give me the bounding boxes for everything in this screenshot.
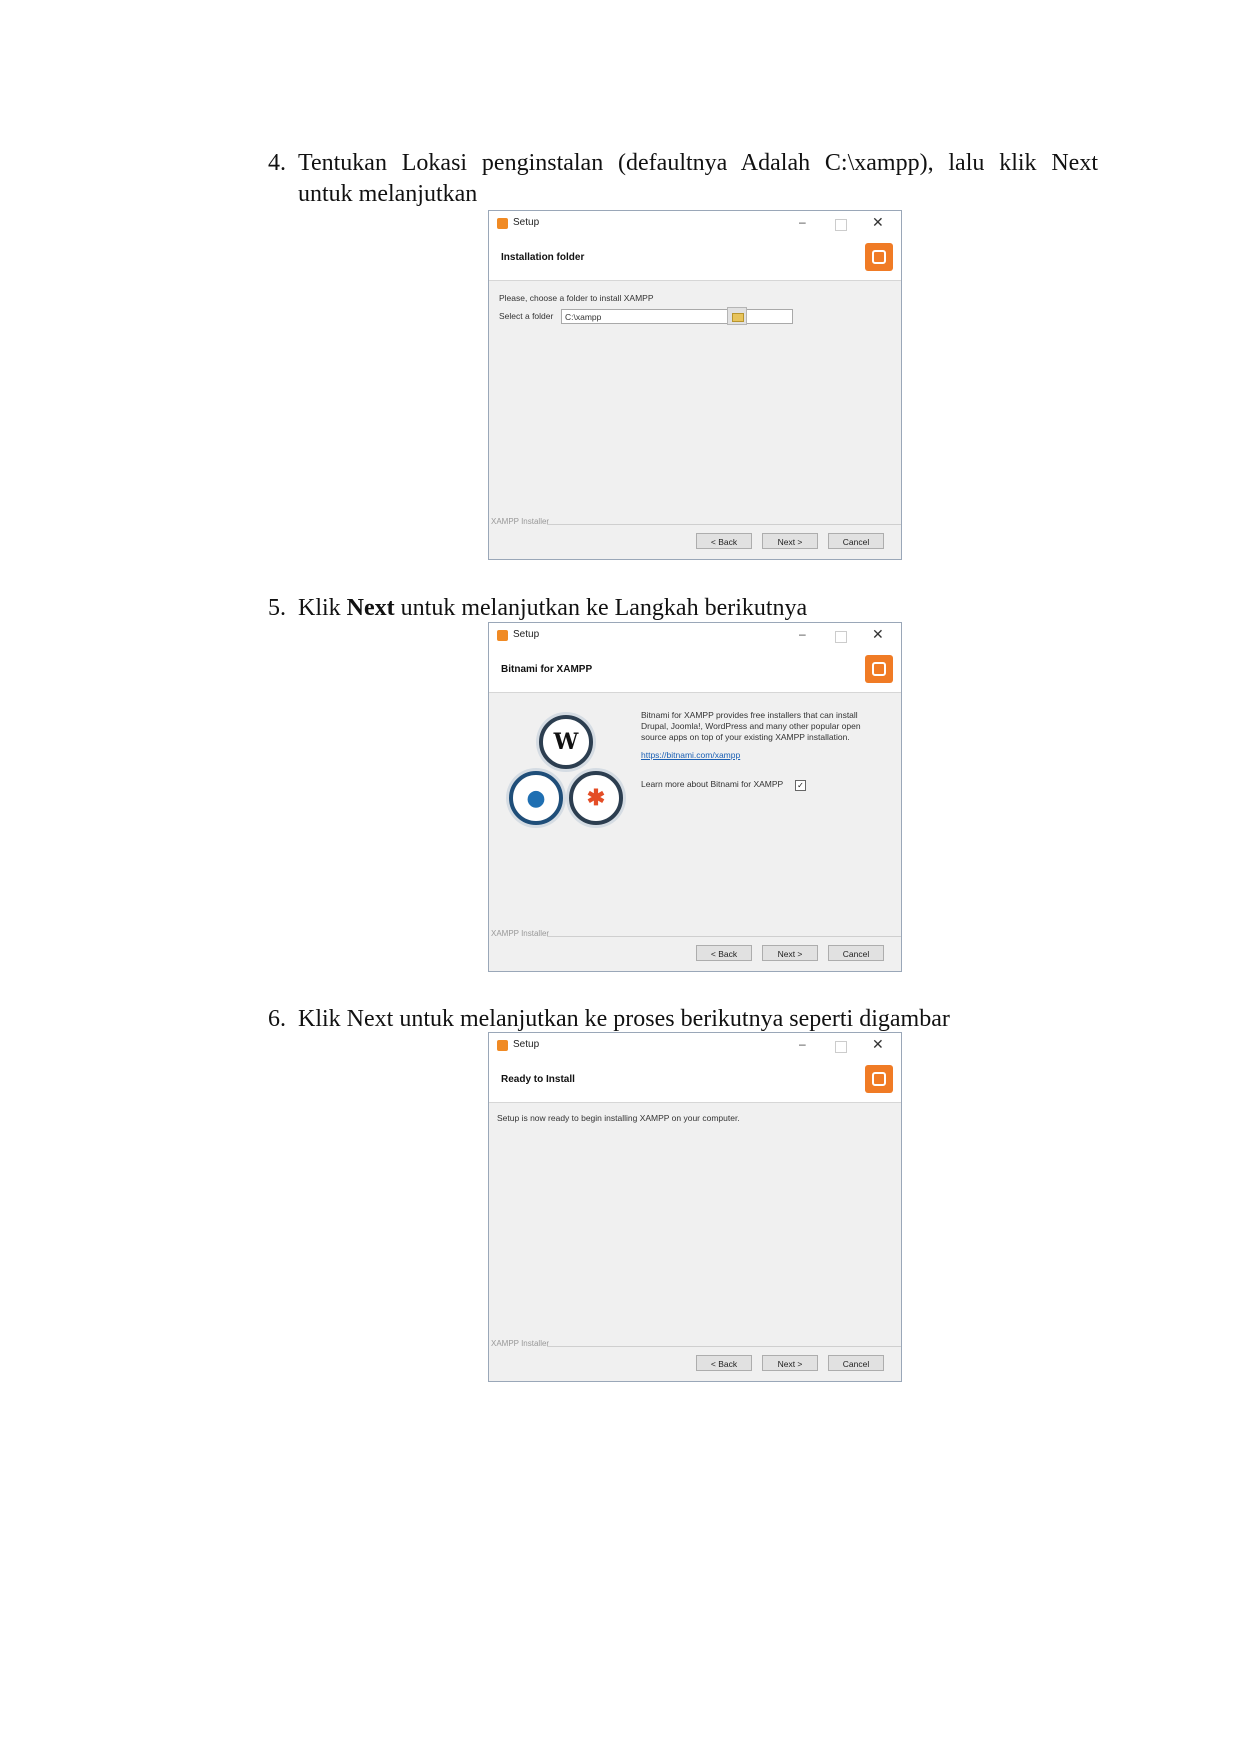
learn-more-checkbox[interactable]: ✓ bbox=[795, 780, 806, 791]
step-number: 6. bbox=[268, 1006, 286, 1032]
xampp-logo-icon bbox=[865, 1065, 893, 1093]
title-bar: Setup – ✕ bbox=[489, 1033, 901, 1059]
window-title: Setup bbox=[513, 629, 540, 640]
close-button[interactable]: ✕ bbox=[872, 1036, 884, 1053]
app-icon bbox=[497, 630, 508, 641]
setup-window-bitnami: Setup – ✕ Bitnami for XAMPP W ● ✱ Bitnam… bbox=[488, 622, 902, 972]
step-number: 4. bbox=[268, 150, 286, 176]
back-button[interactable]: < Back bbox=[696, 1355, 752, 1371]
step-text-bold: Next bbox=[346, 595, 395, 621]
page-title: Ready to Install bbox=[501, 1074, 575, 1085]
bitnami-link[interactable]: https://bitnami.com/xampp bbox=[641, 750, 740, 760]
minimize-button[interactable]: – bbox=[799, 215, 806, 229]
step-text-pre: Klik bbox=[298, 595, 347, 621]
back-button[interactable]: < Back bbox=[696, 533, 752, 549]
app-icon bbox=[497, 218, 508, 229]
footer-divider bbox=[547, 936, 901, 937]
xampp-logo-icon bbox=[865, 655, 893, 683]
folder-label: Select a folder bbox=[499, 311, 554, 321]
app-icon bbox=[497, 1040, 508, 1051]
step-number: 5. bbox=[268, 595, 286, 621]
footer-label: XAMPP Installer bbox=[491, 1339, 550, 1348]
drupal-icon: ● bbox=[509, 771, 563, 825]
description-line1: Bitnami for XAMPP provides free installe… bbox=[641, 710, 858, 720]
folder-icon[interactable] bbox=[727, 307, 747, 325]
xampp-logo-icon bbox=[865, 243, 893, 271]
footer-label: XAMPP Installer bbox=[491, 929, 550, 938]
window-title: Setup bbox=[513, 217, 540, 228]
close-button[interactable]: ✕ bbox=[872, 214, 884, 231]
checkbox-label: Learn more about Bitnami for XAMPP bbox=[641, 779, 784, 789]
setup-window-ready: Setup – ✕ Ready to Install Setup is now … bbox=[488, 1032, 902, 1382]
ready-message: Setup is now ready to begin installing X… bbox=[497, 1113, 740, 1123]
wizard-header: Ready to Install bbox=[489, 1059, 901, 1103]
window-title: Setup bbox=[513, 1039, 540, 1050]
maximize-button[interactable] bbox=[835, 1041, 847, 1053]
description-line3: source apps on top of your existing XAMP… bbox=[641, 732, 850, 742]
folder-input[interactable]: C:\xampp bbox=[561, 309, 793, 324]
step-text-line1: Tentukan Lokasi penginstalan (defaultnya… bbox=[298, 150, 1098, 176]
joomla-icon: ✱ bbox=[569, 771, 623, 825]
step-text: Klik Next untuk melanjutkan ke Langkah b… bbox=[298, 593, 1098, 624]
close-button[interactable]: ✕ bbox=[872, 626, 884, 643]
step-text-post: untuk melanjutkan ke Langkah berikutnya bbox=[394, 595, 808, 621]
cancel-button[interactable]: Cancel bbox=[828, 1355, 884, 1371]
footer-label: XAMPP Installer bbox=[491, 517, 550, 526]
page-title: Installation folder bbox=[501, 252, 585, 263]
title-bar: Setup – ✕ bbox=[489, 623, 901, 649]
next-button[interactable]: Next > bbox=[762, 945, 818, 961]
next-button[interactable]: Next > bbox=[762, 533, 818, 549]
footer-divider bbox=[547, 1346, 901, 1347]
maximize-button[interactable] bbox=[835, 631, 847, 643]
wordpress-icon: W bbox=[539, 715, 593, 769]
maximize-button[interactable] bbox=[835, 219, 847, 231]
setup-window-installation-folder: Setup – ✕ Installation folder Please, ch… bbox=[488, 210, 902, 560]
step-text-line2: untuk melanjutkan bbox=[298, 181, 478, 207]
page-title: Bitnami for XAMPP bbox=[501, 664, 593, 675]
cancel-button[interactable]: Cancel bbox=[828, 945, 884, 961]
footer-divider bbox=[547, 524, 901, 525]
wizard-header: Installation folder bbox=[489, 237, 901, 281]
back-button[interactable]: < Back bbox=[696, 945, 752, 961]
minimize-button[interactable]: – bbox=[799, 627, 806, 641]
cancel-button[interactable]: Cancel bbox=[828, 533, 884, 549]
description-line2: Drupal, Joomla!, WordPress and many othe… bbox=[641, 721, 861, 731]
minimize-button[interactable]: – bbox=[799, 1037, 806, 1051]
next-button[interactable]: Next > bbox=[762, 1355, 818, 1371]
step-text: Klik Next untuk melanjutkan ke proses be… bbox=[298, 1006, 950, 1032]
wizard-header: Bitnami for XAMPP bbox=[489, 649, 901, 693]
title-bar: Setup – ✕ bbox=[489, 211, 901, 237]
prompt-text: Please, choose a folder to install XAMPP bbox=[499, 293, 654, 303]
